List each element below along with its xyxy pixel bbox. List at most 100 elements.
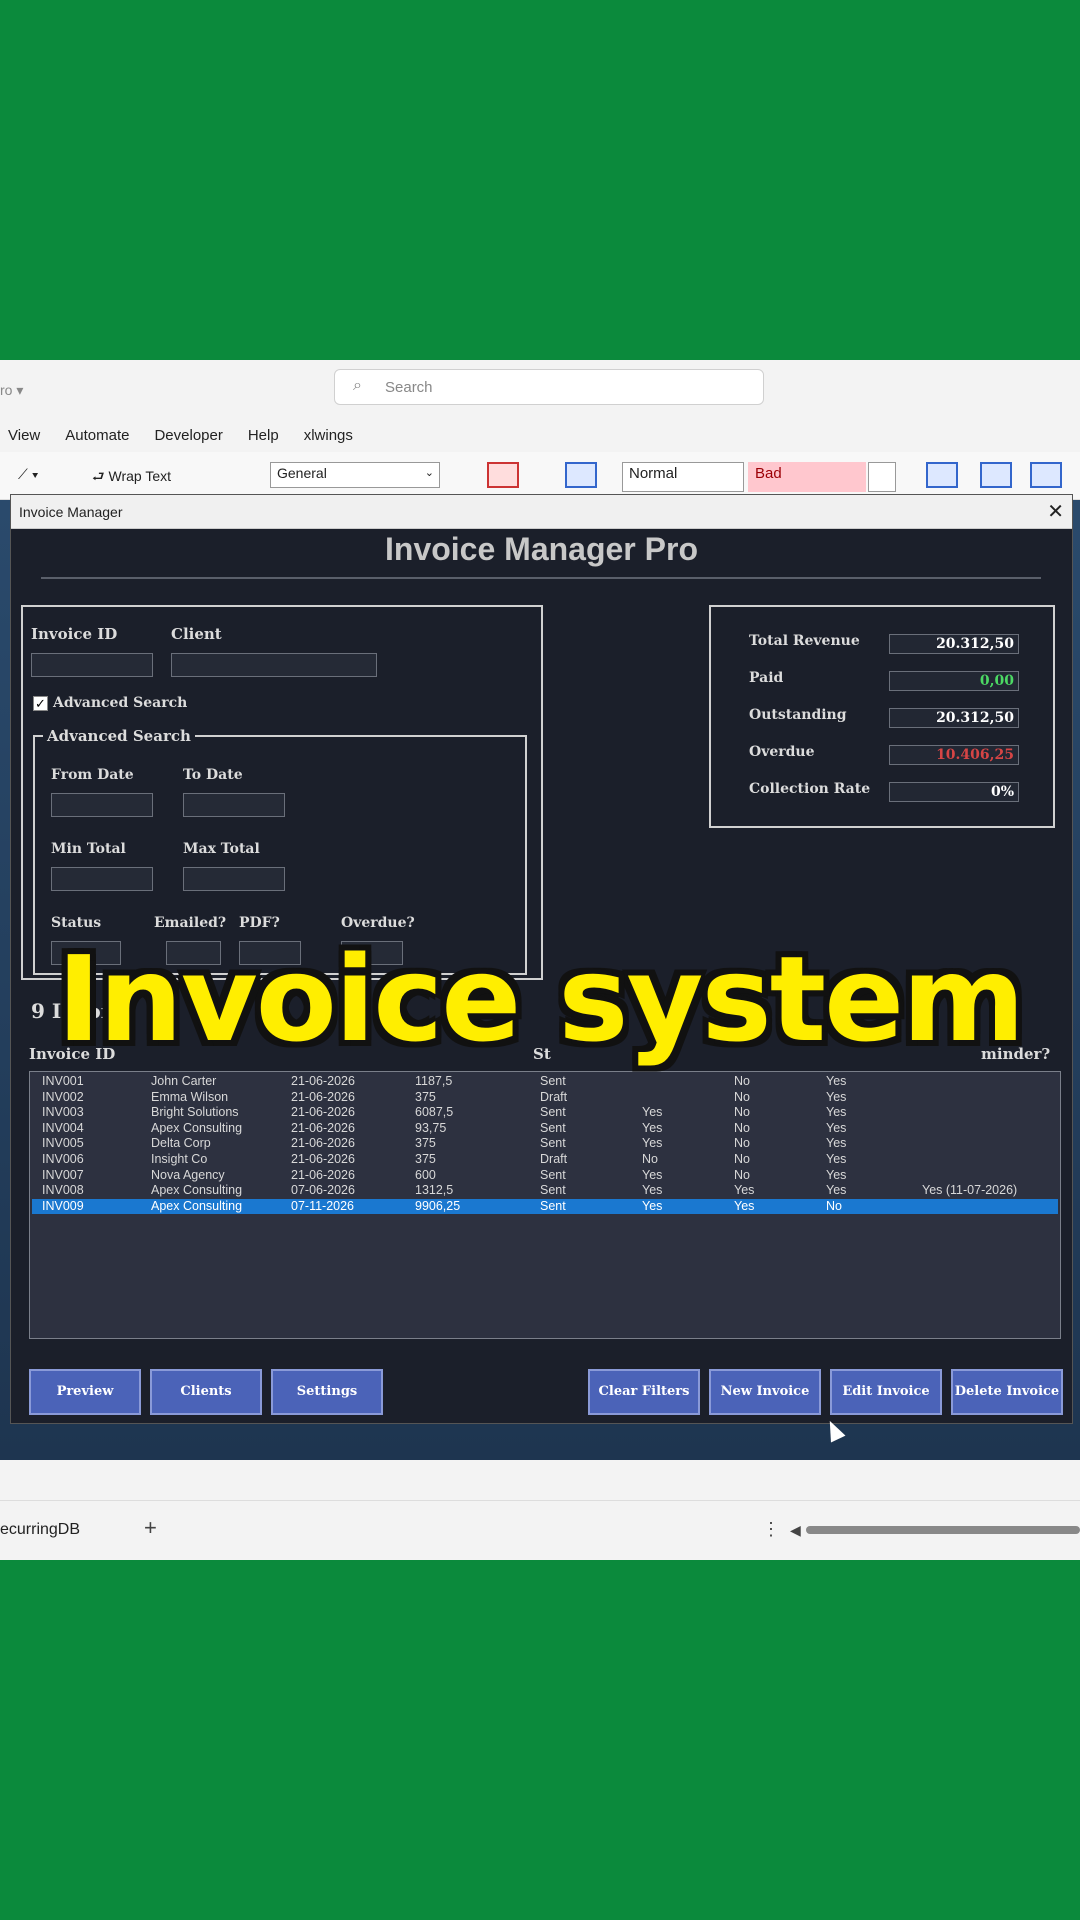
stat-value-outstanding: 20.312,50 [889, 708, 1019, 728]
excel-menu-bar: View Automate Developer Help xlwings [0, 418, 1080, 452]
cell-overdue: Yes [826, 1136, 847, 1151]
cell-overdue: Yes [826, 1089, 847, 1104]
invoice-list[interactable]: INV001 John Carter 21-06-2026 1187,5 Sent No Y… [29, 1071, 1061, 1339]
orientation-icon[interactable]: ⟋ ▾ [18, 466, 39, 483]
search-icon: ⌕ [353, 377, 362, 394]
cell-client: Insight Co [151, 1152, 208, 1166]
cell-overdue: No [826, 1198, 842, 1213]
to-date-label: To Date [183, 767, 243, 783]
clients-button[interactable]: Clients [150, 1369, 262, 1415]
from-date-label: From Date [51, 767, 134, 783]
cell-reminder: Yes (11-07-2026) [922, 1183, 1018, 1198]
conditional-format-icon[interactable] [487, 462, 519, 488]
preview-button[interactable]: Preview [29, 1369, 141, 1415]
cell-status: Sent [540, 1183, 566, 1198]
cell-id: INV002 [42, 1089, 84, 1104]
number-format-dropdown[interactable]: General ⌄ [270, 462, 440, 488]
stat-value-collection-rate: 0% [889, 782, 1019, 802]
cell-pdf: No [734, 1120, 750, 1135]
cell-pdf: Yes [734, 1198, 755, 1213]
cell-client: Nova Agency [151, 1167, 225, 1182]
menu-developer[interactable]: Developer [154, 427, 222, 444]
app-title: Invoice Manager Pro [385, 531, 698, 567]
excel-title-bar: ro ▾ ⌕ Search [0, 360, 1080, 418]
dialog-title-bar: Invoice Manager ✕ [11, 495, 1072, 529]
cell-client: Emma Wilson [151, 1089, 229, 1104]
cell-client: John Carter [151, 1074, 217, 1088]
menu-view[interactable]: View [8, 427, 40, 444]
table-row[interactable]: INV003 Bright Solutions 21-06-2026 6087,5 Se… [32, 1105, 1058, 1120]
cell-overdue: Yes [826, 1074, 847, 1088]
table-row[interactable]: INV001 John Carter 21-06-2026 1187,5 Sent No Y… [32, 1074, 1058, 1089]
cell-status: Draft [540, 1089, 568, 1104]
cell-id: INV008 [42, 1183, 84, 1198]
cell-total: 93,75 [415, 1120, 447, 1135]
cell-status: Sent [540, 1136, 566, 1151]
cell-id: INV001 [42, 1074, 84, 1088]
to-date-input[interactable] [183, 793, 285, 817]
wrap-text-icon: ⮐ [92, 468, 109, 484]
new-invoice-button[interactable]: New Invoice [709, 1369, 821, 1415]
table-row[interactable]: INV004 Apex Consulting 21-06-2026 93,75 Sent… [32, 1121, 1058, 1136]
menu-help[interactable]: Help [248, 427, 279, 444]
cell-overdue: Yes [826, 1152, 847, 1166]
table-row[interactable]: INV002 Emma Wilson 21-06-2026 375 Draft No Yes [32, 1090, 1058, 1105]
advanced-search-checkbox-label: Advanced Search [53, 695, 188, 711]
min-total-input[interactable] [51, 867, 153, 891]
style-bad-label: Bad [755, 465, 782, 482]
cell-total: 375 [415, 1152, 436, 1166]
excel-app-label: ro ▾ [0, 382, 24, 398]
settings-button[interactable]: Settings [271, 1369, 383, 1415]
cell-client: Apex Consulting [151, 1183, 243, 1198]
scrollbar-thumb[interactable] [806, 1526, 1080, 1534]
cell-id: INV007 [42, 1167, 84, 1182]
stat-label-total-revenue: Total Revenue [749, 633, 860, 649]
table-row[interactable]: INV006 Insight Co 21-06-2026 375 Draft No No Ye… [32, 1152, 1058, 1167]
insert-cells-icon[interactable] [926, 462, 958, 488]
cell-id: INV009 [42, 1198, 84, 1213]
advanced-search-checkbox[interactable]: ✓ [33, 696, 48, 711]
cell-date: 07-11-2026 [291, 1198, 355, 1213]
more-options-icon[interactable]: ⋮ [762, 1519, 780, 1540]
max-total-input[interactable] [183, 867, 285, 891]
cell-total: 1187,5 [415, 1074, 453, 1088]
table-row[interactable]: INV005 Delta Corp 21-06-2026 375 Sent Yes No Ye… [32, 1136, 1058, 1151]
invoice-id-input[interactable] [31, 653, 153, 677]
table-row[interactable]: INV009 Apex Consulting 07-11-2026 9906,25 Se… [32, 1198, 1058, 1214]
cell-client: Delta Corp [151, 1136, 211, 1151]
style-bad[interactable]: Bad [748, 462, 866, 492]
cell-pdf: No [734, 1089, 750, 1104]
wrap-text-button[interactable]: ⮐ Wrap Text [92, 466, 171, 490]
cell-pdf: No [734, 1136, 750, 1151]
table-row[interactable]: INV007 Nova Agency 21-06-2026 600 Sent Yes No Y… [32, 1168, 1058, 1183]
client-input[interactable] [171, 653, 377, 677]
add-sheet-button[interactable]: + [144, 1515, 157, 1541]
cell-status: Sent [540, 1198, 566, 1213]
title-divider [41, 577, 1041, 579]
cell-total: 6087,5 [415, 1105, 454, 1120]
horizontal-scrollbar[interactable]: ◀ [790, 1522, 1080, 1538]
menu-automate[interactable]: Automate [65, 427, 129, 444]
video-caption-overlay: Invoice system [56, 930, 1025, 1068]
format-cells-icon[interactable] [1030, 462, 1062, 488]
delete-cells-icon[interactable] [980, 462, 1012, 488]
table-row[interactable]: INV008 Apex Consulting 07-06-2026 1312,5 Sen… [32, 1183, 1058, 1198]
sheet-tab[interactable]: ecurringDB [0, 1521, 80, 1539]
style-more[interactable] [868, 462, 896, 492]
cell-total: 1312,5 [415, 1183, 454, 1198]
close-icon[interactable]: ✕ [1047, 499, 1064, 524]
format-table-icon[interactable] [565, 462, 597, 488]
delete-invoice-button[interactable]: Delete Invoice [951, 1369, 1063, 1415]
cell-pdf: Yes [734, 1183, 755, 1198]
edit-invoice-button[interactable]: Edit Invoice [830, 1369, 942, 1415]
clear-filters-button[interactable]: Clear Filters [588, 1369, 700, 1415]
style-normal-label: Normal [629, 465, 678, 482]
style-normal[interactable]: Normal [622, 462, 744, 492]
menu-xlwings[interactable]: xlwings [304, 427, 353, 444]
wrap-text-label: Wrap Text [108, 468, 172, 484]
excel-search-box[interactable]: ⌕ Search [334, 369, 764, 405]
cell-emailed: Yes [642, 1120, 663, 1135]
scroll-left-icon[interactable]: ◀ [790, 1522, 801, 1539]
from-date-input[interactable] [51, 793, 153, 817]
cell-emailed: Yes [642, 1167, 663, 1182]
